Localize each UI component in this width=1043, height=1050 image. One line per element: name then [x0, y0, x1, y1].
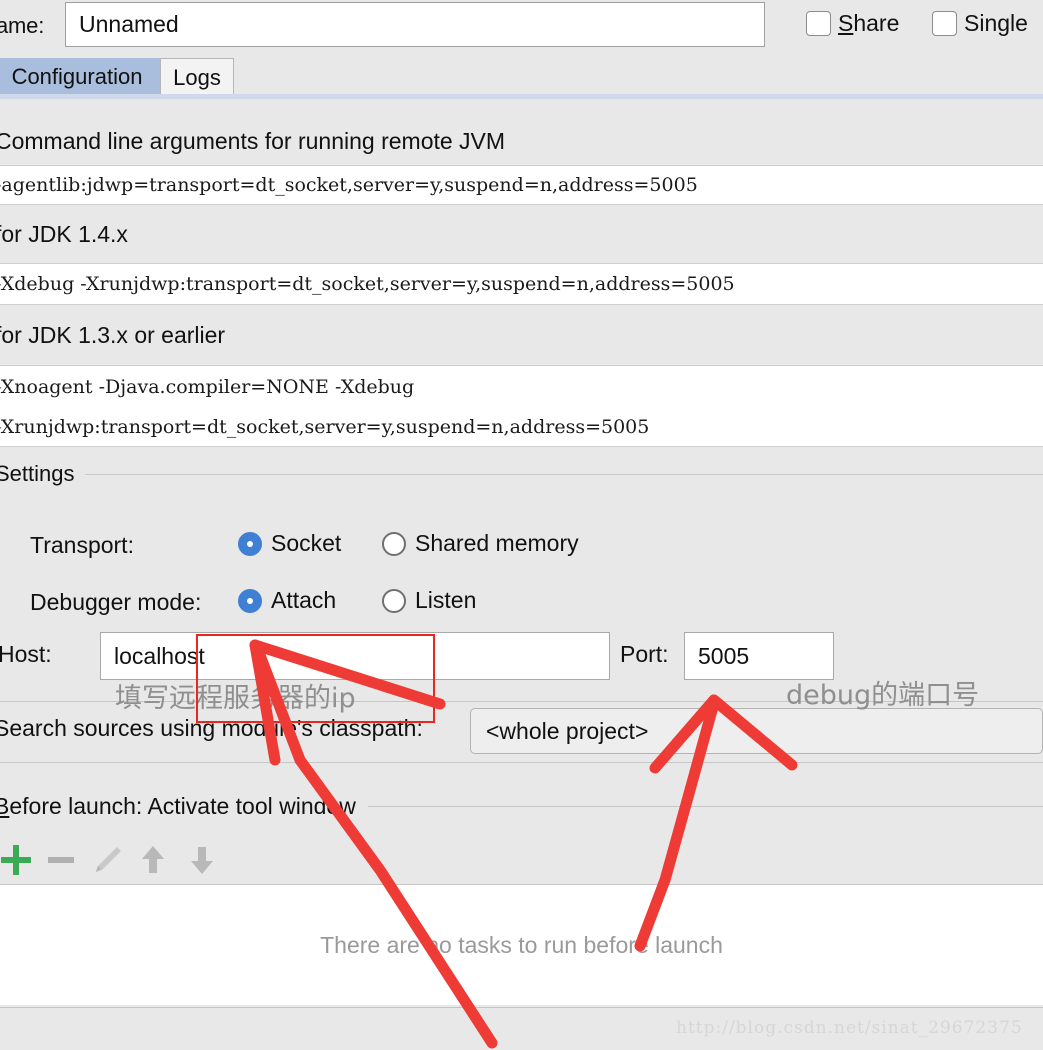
tab-bar: Configuration Logs — [0, 56, 1043, 96]
jdk13-args-line1: -Xnoagent -Djava.compiler=NONE -Xdebug — [0, 375, 415, 398]
jdk13-args-row-2[interactable]: -Xrunjdwp:transport=dt_socket,server=y,s… — [0, 407, 1043, 447]
debugger-listen-label: Listen — [415, 587, 477, 613]
annotation-port-note: debug的端口号 — [786, 680, 980, 711]
share-checkbox-box[interactable] — [806, 11, 831, 36]
jdk14-args-row[interactable]: -Xdebug -Xrunjdwp:transport=dt_socket,se… — [0, 263, 1043, 305]
debugger-option-listen[interactable]: Listen — [382, 587, 476, 614]
before-launch-empty-text: There are no tasks to run before launch — [320, 931, 723, 958]
classpath-divider-bottom — [0, 762, 1043, 763]
jdk13-args-line2: -Xrunjdwp:transport=dt_socket,server=y,s… — [0, 415, 650, 438]
transport-socket-label: Socket — [271, 530, 342, 556]
transport-socket-radio[interactable] — [238, 531, 262, 556]
debugger-mode-label: Debugger mode: — [30, 589, 202, 615]
move-up-icon[interactable] — [131, 838, 175, 882]
jdk14-args: -Xdebug -Xrunjdwp:transport=dt_socket,se… — [0, 273, 735, 295]
before-launch-row: Before launch: Activate tool window — [0, 789, 1043, 823]
host-label: Host: — [0, 641, 52, 667]
bottom-separator — [0, 1007, 1043, 1008]
remote-jvm-header-row: Command line arguments for running remot… — [0, 117, 1043, 165]
share-checkbox[interactable]: Share — [806, 10, 899, 37]
jdk13-header: for JDK 1.3.x or earlier — [0, 321, 226, 348]
port-label: Port: — [620, 641, 669, 667]
tab-configuration[interactable]: Configuration — [0, 58, 160, 96]
transport-shared-memory-radio[interactable] — [382, 531, 406, 556]
before-launch-label: Before launch: Activate tool window — [0, 792, 356, 819]
jdk14-header-row: for JDK 1.4.x — [0, 205, 1043, 263]
name-row: ame: Unnamed Share Single — [0, 0, 1043, 52]
debugger-option-attach[interactable]: Attach — [238, 587, 336, 614]
debugger-attach-label: Attach — [271, 587, 337, 613]
name-input[interactable]: Unnamed — [65, 2, 765, 47]
remote-jvm-args: -agentlib:jdwp=transport=dt_socket,serve… — [0, 174, 698, 196]
before-launch-separator-line — [367, 805, 1043, 807]
settings-separator-line — [84, 473, 1043, 475]
settings-header: Settings — [0, 461, 75, 486]
settings-section-separator: Settings — [0, 456, 1043, 492]
debugger-mode-row: Debugger mode: Attach Listen — [0, 583, 1043, 621]
remote-debug-configuration-dialog: ame: Unnamed Share Single Configuration … — [0, 0, 1043, 1050]
jdk14-header: for JDK 1.4.x — [0, 220, 128, 247]
tab-logs[interactable]: Logs — [160, 58, 234, 96]
transport-shared-memory-label: Shared memory — [415, 530, 579, 556]
remove-icon[interactable] — [39, 838, 83, 882]
jdk13-args-row-1[interactable]: -Xnoagent -Djava.compiler=NONE -Xdebug — [0, 365, 1043, 407]
debugger-listen-radio[interactable] — [382, 588, 406, 613]
jdk13-header-row: for JDK 1.3.x or earlier — [0, 305, 1043, 365]
annotation-red-rectangle — [196, 634, 435, 723]
tab-underline — [0, 94, 1043, 99]
add-icon[interactable] — [0, 838, 38, 882]
single-checkbox-box[interactable] — [932, 11, 957, 36]
classpath-combobox[interactable]: <whole project> — [470, 708, 1043, 754]
transport-option-shared-memory[interactable]: Shared memory — [382, 530, 579, 557]
name-label: ame: — [0, 13, 45, 38]
before-launch-toolbar — [0, 838, 1043, 882]
before-launch-task-list[interactable]: There are no tasks to run before launch — [0, 885, 1043, 1005]
transport-label: Transport: — [30, 532, 134, 558]
transport-row: Transport: Socket Shared memory — [0, 526, 1043, 564]
single-checkbox-label: Single — [964, 10, 1028, 36]
single-checkbox[interactable]: Single — [932, 10, 1028, 37]
remote-jvm-header: Command line arguments for running remot… — [0, 127, 506, 154]
remote-jvm-args-row[interactable]: -agentlib:jdwp=transport=dt_socket,serve… — [0, 165, 1043, 205]
debugger-attach-radio[interactable] — [238, 588, 262, 613]
transport-option-socket[interactable]: Socket — [238, 530, 341, 557]
watermark: http://blog.csdn.net/sinat_29672375 — [676, 1018, 1023, 1038]
share-checkbox-label: Share — [838, 10, 900, 36]
edit-icon[interactable] — [85, 838, 129, 882]
move-down-icon[interactable] — [180, 838, 224, 882]
